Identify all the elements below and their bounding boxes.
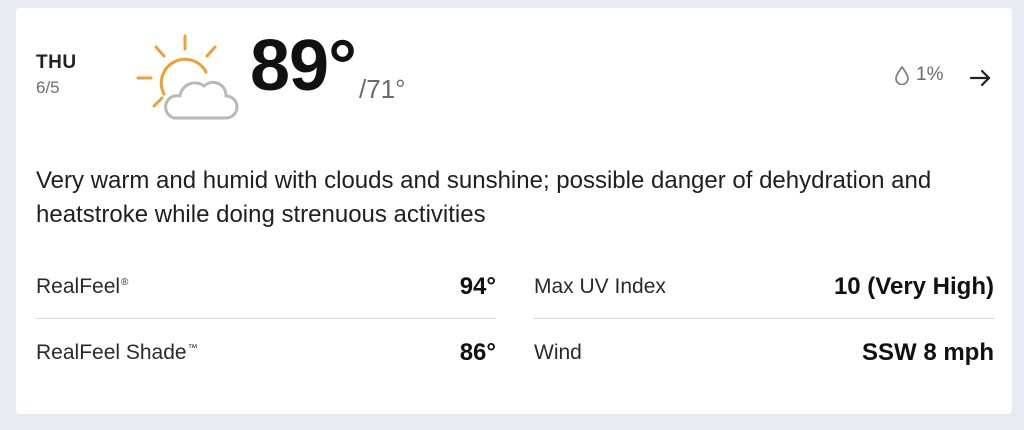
realfeel-value: 94° [459,273,496,300]
max-uv-label: Max UV Index [534,275,666,298]
realfeel-shade-label: RealFeel Shade™ [36,341,198,364]
forecast-day: THU 6/5 [36,52,77,98]
precipitation-value: 1% [916,64,944,85]
realfeel-shade-value: 86° [459,339,496,366]
registered-mark: ® [121,277,129,288]
daily-forecast-card: THU 6/5 89° /71° 1% Very warm and humid … [16,8,1012,414]
day-date: 6/5 [36,78,60,97]
high-temperature: 89° [250,26,357,106]
drop-icon [895,65,909,85]
low-temperature: /71° [359,74,406,104]
realfeel-shade-row: RealFeel Shade™ 86° [36,322,496,384]
max-uv-row: Max UV Index 10 (Very High) [534,256,994,318]
max-uv-value: 10 (Very High) [833,273,994,300]
day-name: THU [36,52,77,73]
realfeel-label: RealFeel® [36,275,129,298]
divider [534,318,994,319]
precipitation-probability: 1% [894,64,943,86]
wind-row: Wind SSW 8 mph [534,322,994,384]
wind-value: SSW 8 mph [861,339,994,366]
partly-sunny-icon [136,34,239,120]
arrow-right-icon[interactable] [968,68,992,88]
wind-label: Wind [534,341,582,364]
trademark-mark: ™ [187,343,198,354]
realfeel-row: RealFeel® 94° [36,256,496,318]
divider [36,318,496,319]
forecast-phrase: Very warm and humid with clouds and suns… [36,167,932,228]
